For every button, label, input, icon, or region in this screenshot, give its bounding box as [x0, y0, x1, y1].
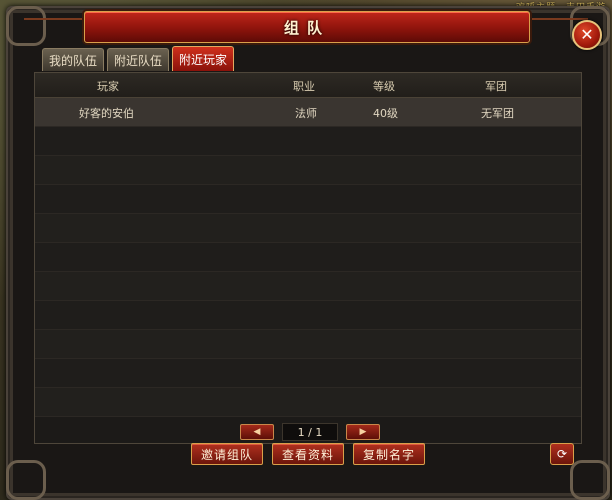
left-arrow-icon: ◀ [253, 426, 261, 437]
table-header: 玩家 职业 等级 军团 [35, 73, 581, 98]
table-row-empty [35, 301, 581, 330]
view-profile-button[interactable]: 查看资料 [272, 443, 344, 465]
table-row-empty [35, 156, 581, 185]
close-button[interactable]: ✕ [572, 20, 602, 50]
refresh-icon: ⟳ [556, 447, 568, 461]
invite-team-button[interactable]: 邀请组队 [191, 443, 263, 465]
column-header-level[interactable]: 等级 [373, 78, 395, 94]
table-row-empty [35, 185, 581, 214]
title-ornament-right [528, 18, 588, 20]
player-class: 法师 [295, 107, 317, 120]
table-row-empty [35, 359, 581, 388]
action-bar: 邀请组队 查看资料 复制名字 [191, 443, 425, 465]
title-ornament-left [24, 18, 84, 20]
copy-name-button[interactable]: 复制名字 [353, 443, 425, 465]
table-row-empty [35, 388, 581, 417]
frame-corner-ornament [6, 460, 46, 500]
table-row-empty [35, 127, 581, 156]
close-icon: ✕ [580, 25, 594, 44]
table-row-empty [35, 214, 581, 243]
next-page-button[interactable]: ▶ [346, 424, 380, 440]
table-row-empty [35, 272, 581, 301]
player-legion: 无军团 [481, 107, 514, 120]
prev-page-button[interactable]: ◀ [240, 424, 274, 440]
table-row-empty [35, 330, 581, 359]
right-arrow-icon: ▶ [359, 426, 367, 437]
pagination: ◀ 1 / 1 ▶ [240, 423, 380, 441]
frame-corner-ornament [6, 6, 46, 46]
window-title: 组队 [283, 18, 330, 37]
tab-my-team[interactable]: 我的队伍 [42, 48, 105, 71]
tab-bar: 我的队伍 附近队伍 附近玩家 [42, 46, 235, 72]
tab-nearby-players[interactable]: 附近玩家 [172, 46, 235, 71]
frame-corner-ornament [570, 460, 610, 500]
table-row-empty [35, 243, 581, 272]
table-row[interactable]: 好客的安伯 法师 40级 无军团 [35, 98, 581, 127]
page-indicator: 1 / 1 [282, 423, 338, 441]
player-list-panel: 玩家 职业 等级 军团 好客的安伯 法师 40级 无军团 [34, 72, 582, 444]
tab-nearby-teams[interactable]: 附近队伍 [107, 48, 170, 71]
player-name: 好客的安伯 [79, 107, 134, 120]
column-header-legion[interactable]: 军团 [485, 78, 507, 94]
player-level: 40级 [373, 107, 398, 120]
column-header-class[interactable]: 职业 [293, 78, 315, 94]
column-header-player[interactable]: 玩家 [97, 78, 119, 94]
window-titlebar[interactable]: 组队 [84, 11, 530, 43]
refresh-button[interactable]: ⟳ [550, 443, 574, 465]
player-list: 好客的安伯 法师 40级 无军团 [35, 98, 581, 417]
